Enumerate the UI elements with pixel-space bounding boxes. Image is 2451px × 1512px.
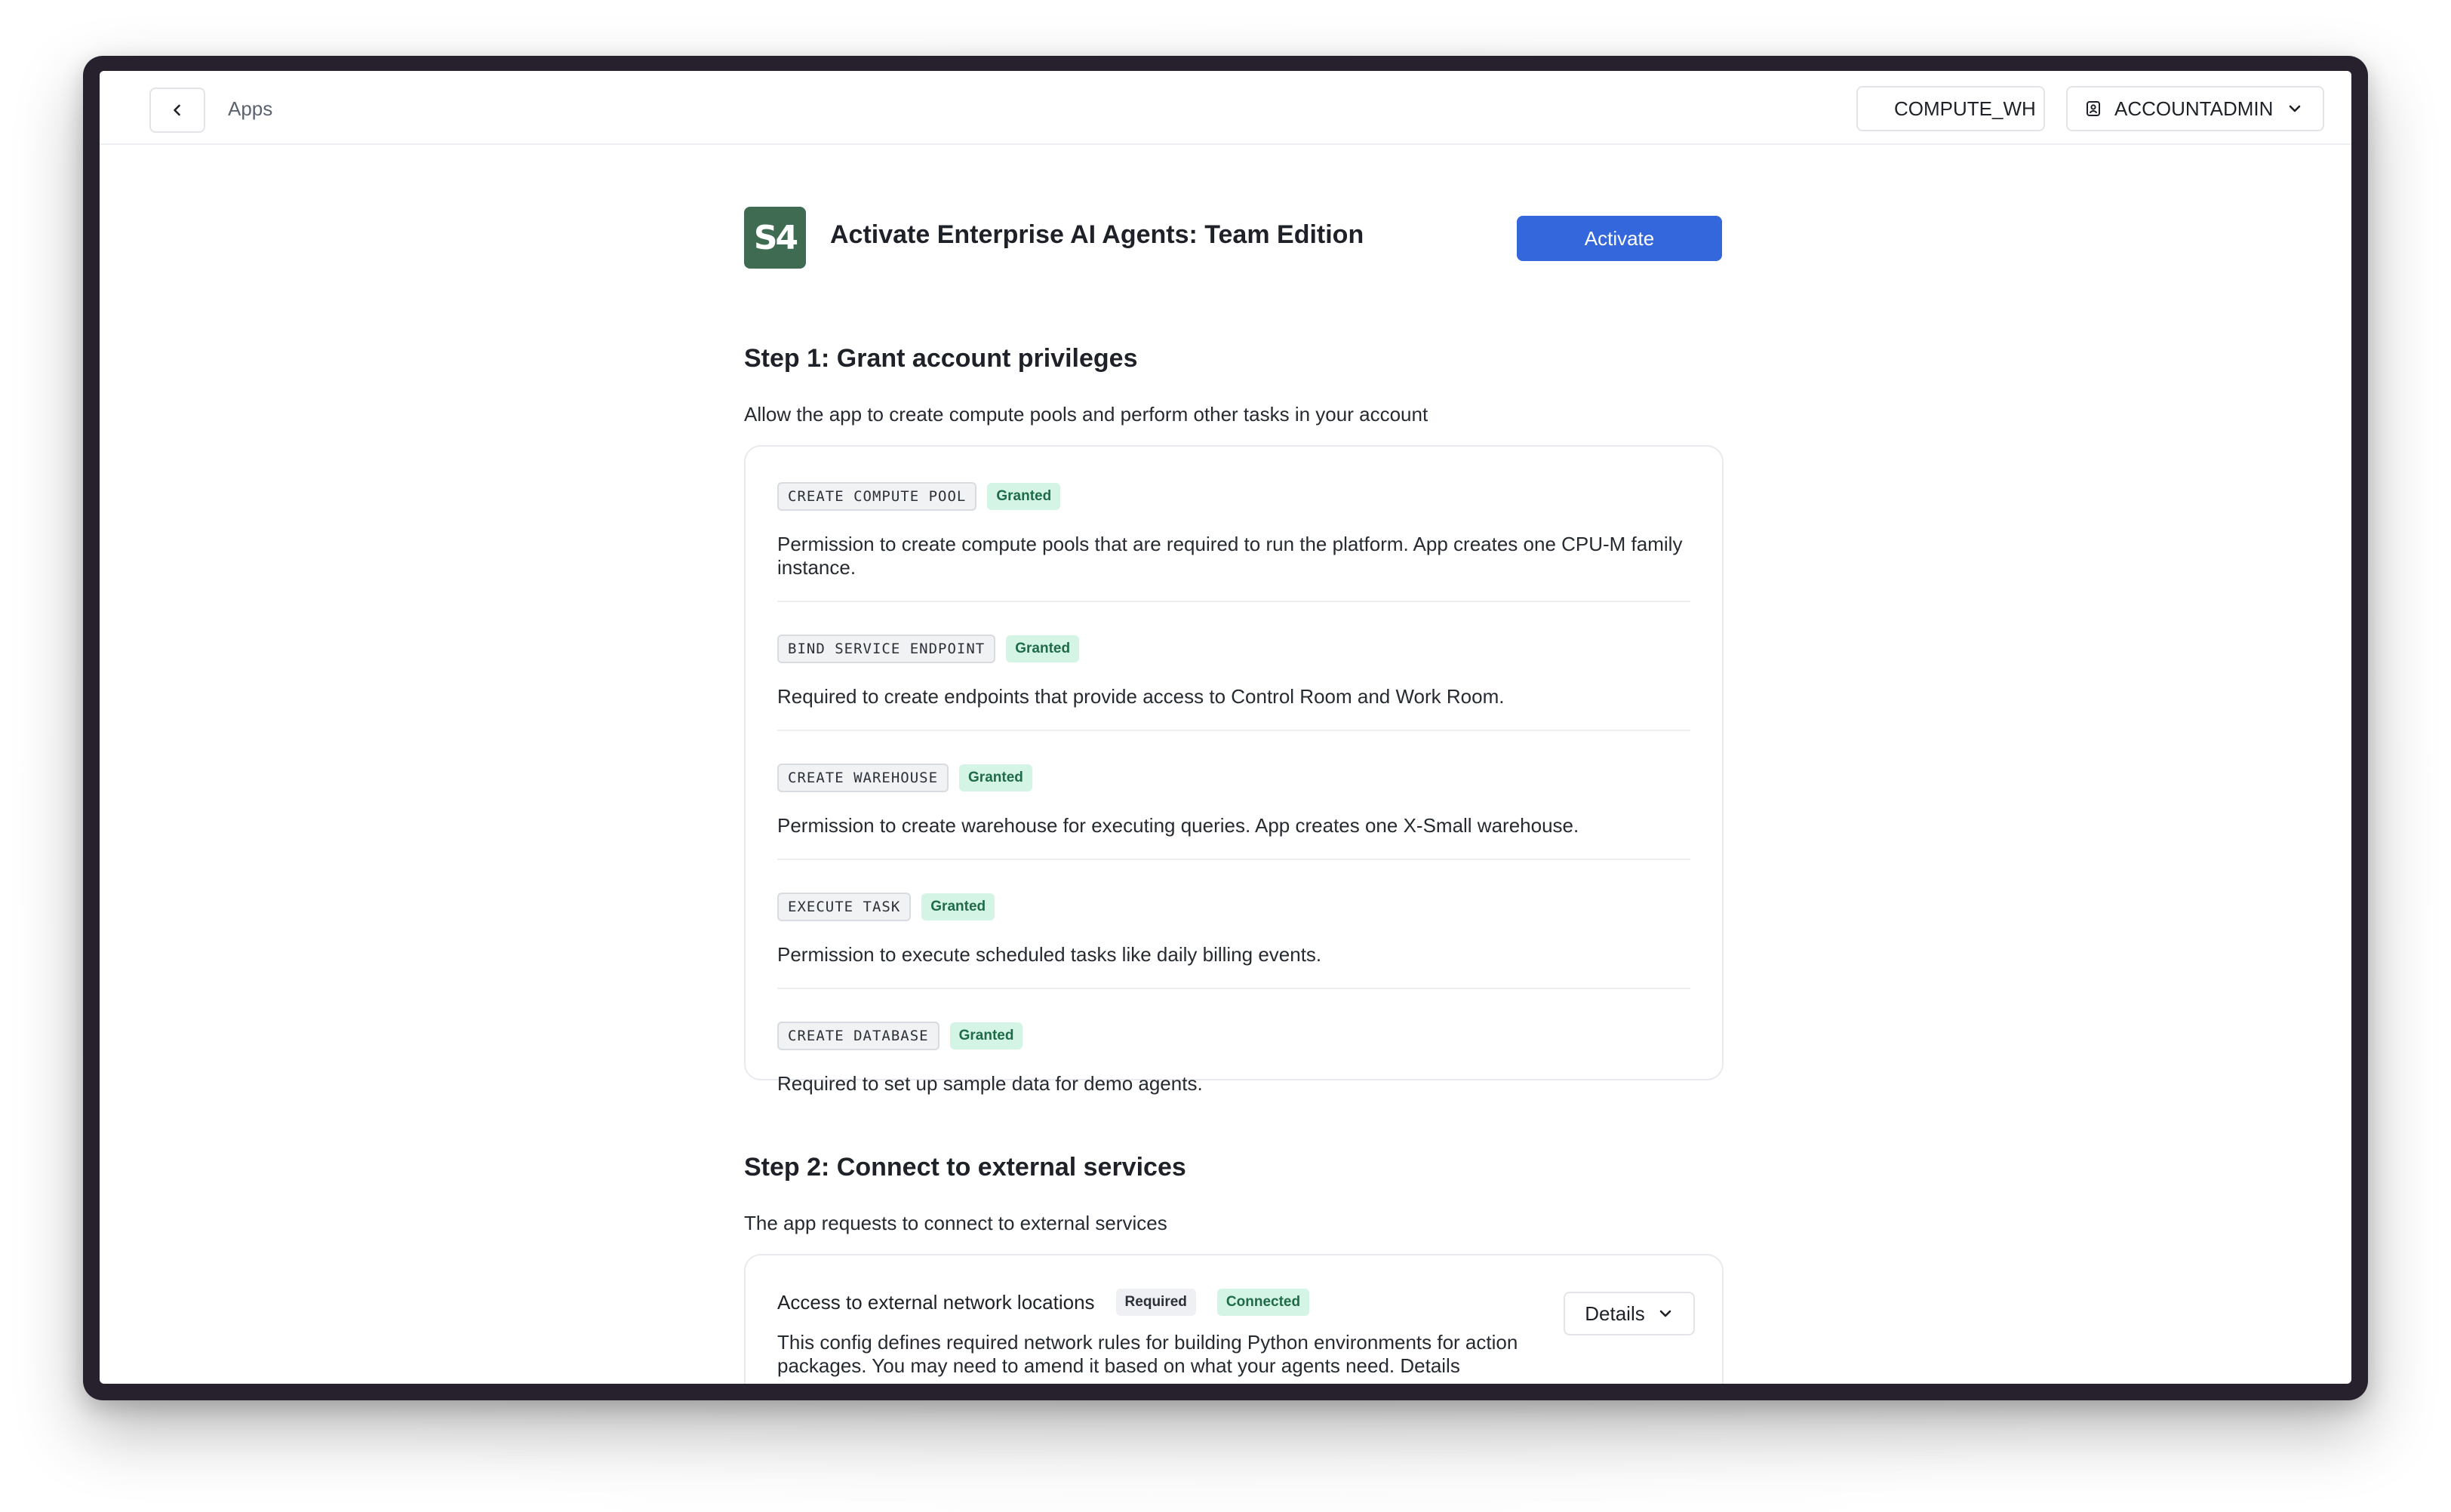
privilege-name: BIND SERVICE ENDPOINT (777, 635, 996, 663)
app-logo: S4 (744, 207, 806, 269)
privilege-item: CREATE COMPUTE POOL Granted Permission t… (777, 447, 1690, 602)
external-access-item: Access to external network locations Req… (777, 1289, 1532, 1378)
connected-badge: Connected (1216, 1289, 1310, 1316)
privilege-description: Permission to create compute pools that … (777, 533, 1683, 579)
privilege-description: Required to create endpoints that provid… (777, 685, 1505, 708)
granted-badge: Granted (1006, 635, 1080, 662)
top-bar: Apps COMPUTE_WH ACCOUNTADMIN (100, 71, 2351, 145)
user-badge-icon (2084, 100, 2102, 118)
privilege-item: CREATE DATABASE Granted Required to set … (777, 989, 1690, 1117)
main-content: S4 Activate Enterprise AI Agents: Team E… (100, 145, 2351, 1384)
privileges-card: CREATE COMPUTE POOL Granted Permission t… (744, 445, 1724, 1095)
privilege-name: CREATE COMPUTE POOL (777, 482, 977, 511)
chevron-left-icon (169, 102, 186, 118)
required-badge: Required (1115, 1289, 1196, 1316)
breadcrumb-apps[interactable]: Apps (228, 94, 272, 124)
app-window: Apps COMPUTE_WH ACCOUNTADMIN S4 Activate… (100, 71, 2351, 1384)
back-button[interactable] (149, 88, 205, 133)
role-selector[interactable]: ACCOUNTADMIN (2066, 86, 2324, 131)
chevron-down-icon (2286, 100, 2303, 117)
warehouse-label: COMPUTE_WH (1894, 97, 2036, 120)
step1-description: Allow the app to create compute pools an… (744, 403, 1428, 426)
granted-badge: Granted (921, 893, 995, 920)
privilege-tag-row: BIND SERVICE ENDPOINT Granted (777, 635, 1690, 663)
activate-button[interactable]: Activate (1517, 216, 1722, 261)
privilege-item: BIND SERVICE ENDPOINT Granted Required t… (777, 602, 1690, 731)
granted-badge: Granted (959, 764, 1032, 791)
privilege-description: Required to set up sample data for demo … (777, 1072, 1203, 1095)
step1-title: Step 1: Grant account privileges (744, 344, 1138, 373)
privilege-tag-row: CREATE DATABASE Granted (777, 1022, 1690, 1050)
privilege-description: Permission to create warehouse for execu… (777, 814, 1579, 837)
privileges-list: CREATE COMPUTE POOL Granted Permission t… (746, 447, 1722, 1117)
external-services-card: Access to external network locations Req… (744, 1254, 1724, 1384)
privilege-name: CREATE DATABASE (777, 1022, 939, 1050)
details-button[interactable]: Details (1564, 1292, 1695, 1335)
privilege-name: EXECUTE TASK (777, 893, 912, 921)
privilege-tag-row: CREATE COMPUTE POOL Granted (777, 482, 1690, 511)
external-access-header: Access to external network locations Req… (777, 1289, 1532, 1316)
role-label: ACCOUNTADMIN (2114, 97, 2274, 120)
backdrop: Apps COMPUTE_WH ACCOUNTADMIN S4 Activate… (0, 0, 2451, 1512)
app-logo-text: S4 (753, 218, 798, 257)
external-access-title: Access to external network locations (777, 1290, 1095, 1314)
privilege-name: CREATE WAREHOUSE (777, 764, 949, 792)
details-label: Details (1585, 1301, 1645, 1325)
chevron-down-icon (1657, 1305, 1674, 1322)
privilege-item: EXECUTE TASK Granted Permission to execu… (777, 860, 1690, 989)
warehouse-selector[interactable]: COMPUTE_WH (1856, 86, 2045, 131)
privilege-tag-row: CREATE WAREHOUSE Granted (777, 764, 1690, 792)
privilege-description: Permission to execute scheduled tasks li… (777, 943, 1322, 966)
step2-description: The app requests to connect to external … (744, 1212, 1167, 1234)
privilege-tag-row: EXECUTE TASK Granted (777, 893, 1690, 921)
granted-badge: Granted (949, 1022, 1023, 1049)
granted-badge: Granted (987, 483, 1061, 510)
device-frame: Apps COMPUTE_WH ACCOUNTADMIN S4 Activate… (83, 56, 2368, 1400)
external-access-description: This config defines required network rul… (777, 1331, 1518, 1377)
privilege-item: CREATE WAREHOUSE Granted Permission to c… (777, 731, 1690, 860)
step2-title: Step 2: Connect to external services (744, 1153, 1186, 1182)
app-header: S4 Activate Enterprise AI Agents: Team E… (744, 207, 1724, 270)
page-title: Activate Enterprise AI Agents: Team Edit… (830, 220, 1364, 249)
